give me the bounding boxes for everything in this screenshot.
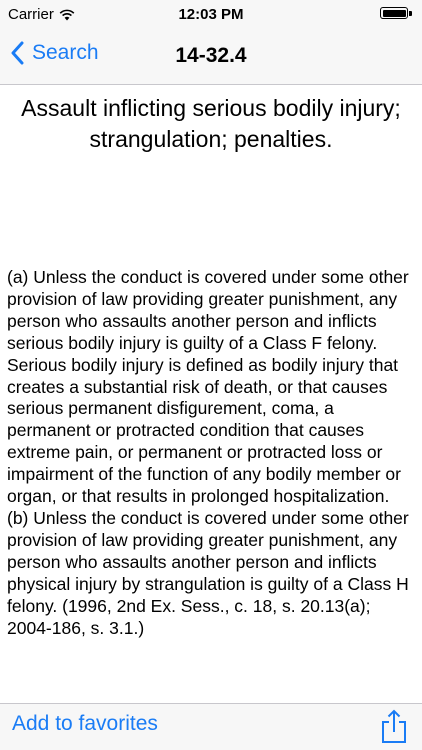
battery-fill: [382, 9, 406, 17]
battery-tip: [409, 11, 412, 16]
battery-icon: [380, 6, 414, 22]
statute-paragraph-b: (b) Unless the conduct is covered under …: [7, 507, 409, 638]
bottom-toolbar: Add to favorites: [0, 703, 422, 750]
status-bar: Carrier 12:03 PM: [0, 0, 422, 30]
navigation-bar: Search 14-32.4: [0, 30, 422, 85]
status-time: 12:03 PM: [178, 6, 244, 23]
statute-paragraph-a: (a) Unless the conduct is covered under …: [7, 267, 409, 507]
battery-body: [380, 7, 408, 19]
statute-content[interactable]: Assault inflicting serious bodily injury…: [0, 85, 422, 703]
page-title: 14-32.4: [175, 44, 247, 67]
statute-heading: Assault inflicting serious bodily injury…: [21, 95, 401, 152]
statute-body: (a) Unless the conduct is covered under …: [7, 267, 415, 639]
add-to-favorites-button[interactable]: Add to favorites: [12, 712, 158, 736]
share-icon[interactable]: [380, 708, 408, 744]
